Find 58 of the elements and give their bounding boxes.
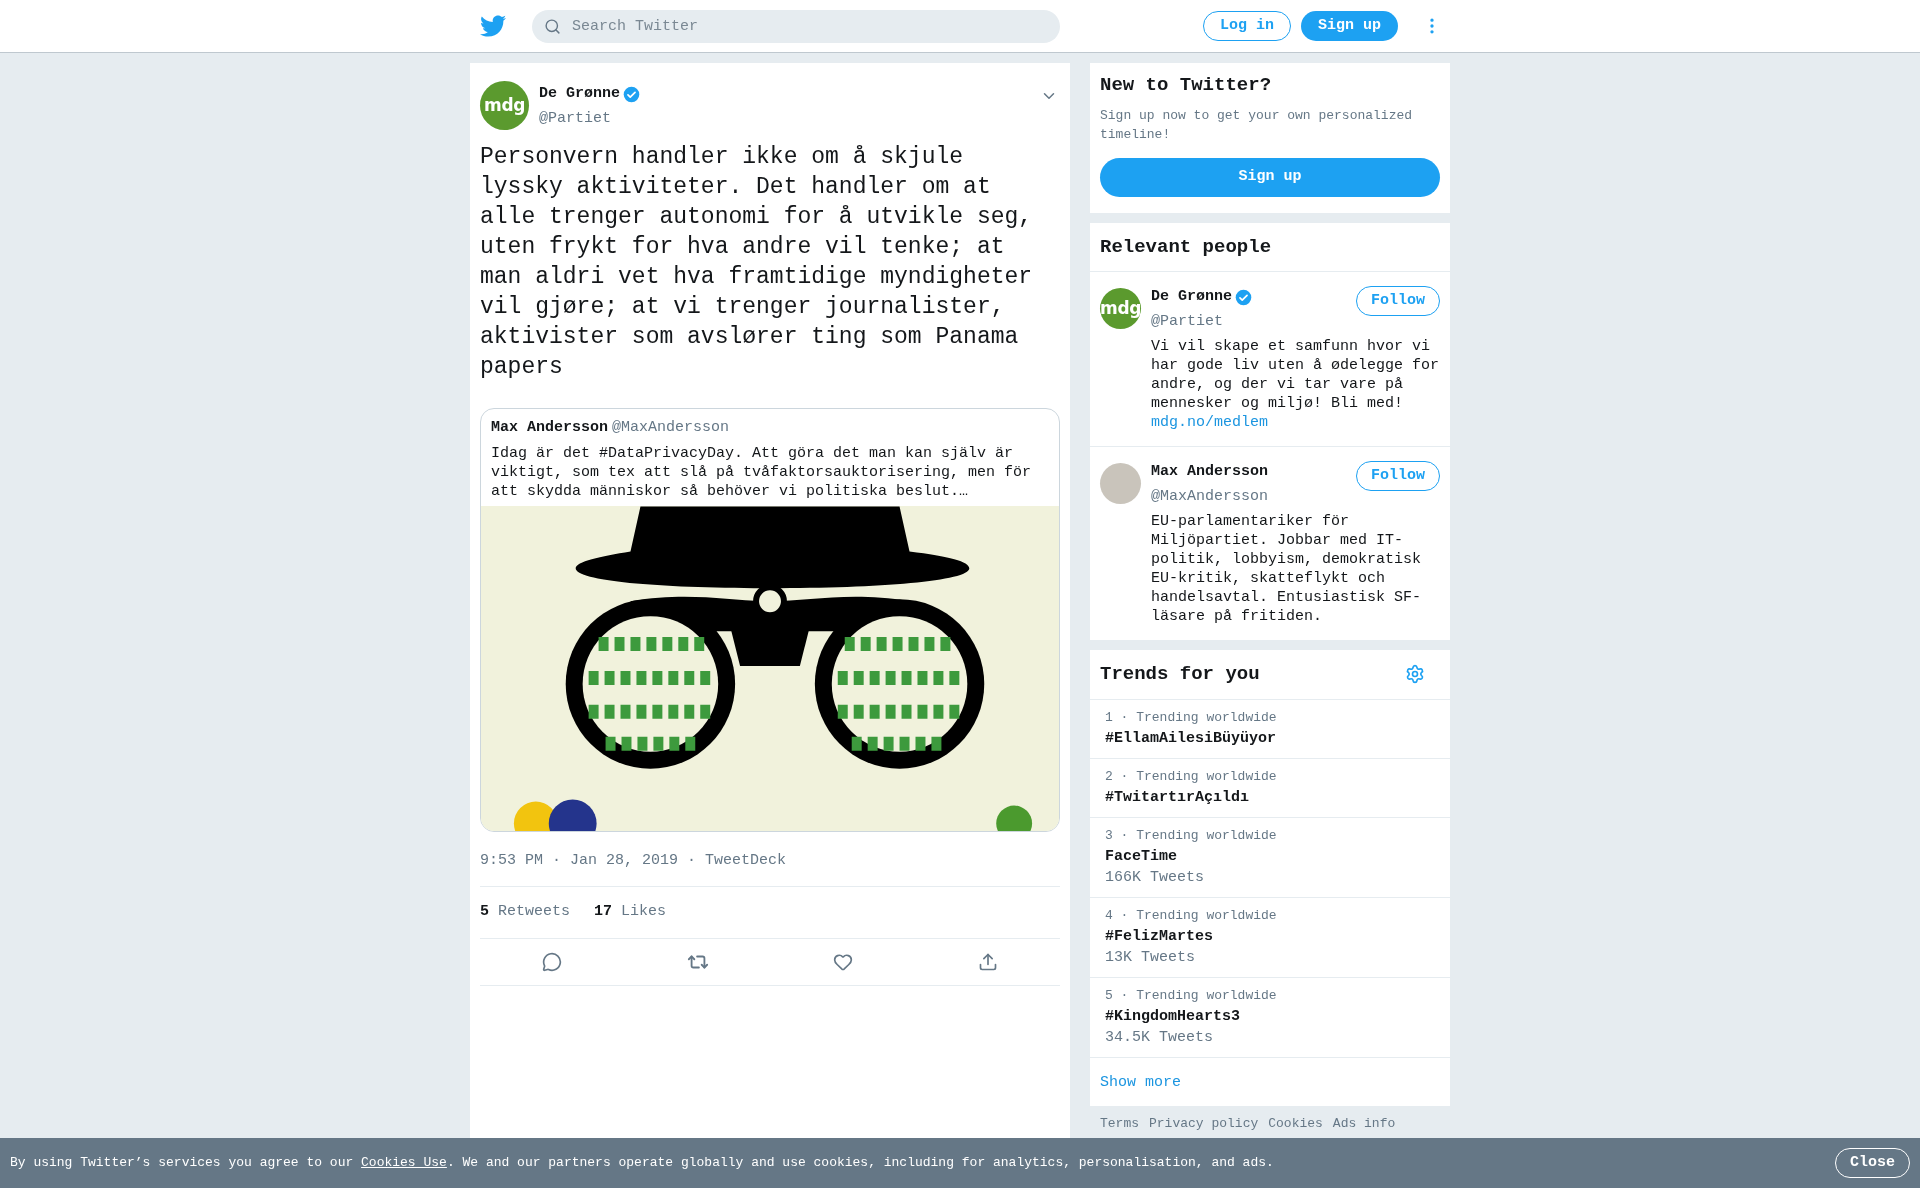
trend-item[interactable]: 3 · Trending worldwide FaceTime 166K Tweets <box>1090 817 1450 898</box>
tweet-stat[interactable]: 5 Retweets <box>480 901 571 924</box>
quoted-author-name: Max Andersson <box>491 418 609 438</box>
cookies-use-link[interactable]: Cookies Use <box>361 1155 447 1171</box>
quoted-tweet-text: Idag är det #DataPrivacyDay. Att göra det man kan själv är viktigt, som tex att slå på tvåfaktorsauktorisering, men för att skydda människor så behöver vi politiska beslut.… <box>491 443 1033 501</box>
avatar-photo-placeholder <box>1100 463 1141 504</box>
trend-item[interactable]: 2 · Trending worldwide #TwitartırAçıldı <box>1090 758 1450 818</box>
trend-name: FaceTime <box>1105 846 1178 867</box>
cookie-notice: By using Twitter’s services you agree to our Cookies Use. We and our partners operate globally and use cookies, including for analytics, personalisation, and ads. <box>10 1154 1275 1173</box>
footer-link[interactable]: Terms <box>1100 1114 1139 1134</box>
trend-name: #EllamAilesiBüyüyor <box>1105 728 1278 749</box>
bio-link[interactable]: mdg.no/medlem <box>1151 413 1440 432</box>
trend-tweet-count: 13K Tweets <box>1105 947 1196 968</box>
like-icon[interactable] <box>833 951 854 972</box>
trend-context: 2 · Trending worldwide <box>1105 767 1278 785</box>
party-logo-avatar: mdg <box>480 81 529 130</box>
footer-link[interactable]: Ads info <box>1332 1114 1396 1134</box>
footer-link[interactable]: Cookies <box>1268 1114 1323 1134</box>
relevant-people-title: Relevant people <box>1090 222 1450 272</box>
author-handle[interactable]: @Partiet <box>539 107 640 130</box>
trend-name: #TwitartırAçıldı <box>1105 787 1251 808</box>
author-name[interactable]: De Grønne <box>539 83 620 106</box>
show-more-link[interactable]: Show more <box>1100 1073 1181 1091</box>
trend-item[interactable]: 5 · Trending worldwide #KingdomHearts3 34.5K Tweets <box>1090 977 1450 1058</box>
trend-context: 1 · Trending worldwide <box>1105 708 1278 726</box>
quoted-tweet-card[interactable] <box>480 408 1060 832</box>
tweet-stat[interactable]: 17 Likes <box>594 901 667 924</box>
person-handle[interactable]: @MaxAndersson <box>1151 485 1356 508</box>
person-name[interactable]: Max Andersson <box>1151 461 1269 484</box>
trend-context: 5 · Trending worldwide <box>1105 986 1278 1004</box>
reply-icon[interactable] <box>542 951 563 972</box>
signup-wide-button[interactable]: Sign up <box>1100 157 1440 197</box>
person-name[interactable]: De Grønne <box>1151 286 1232 309</box>
share-icon[interactable] <box>977 951 998 972</box>
signup-card-title: New to Twitter? <box>1100 73 1273 98</box>
trend-item[interactable]: 1 · Trending worldwide #EllamAilesiBüyüyor <box>1090 699 1450 759</box>
signup-card-text: Sign up now to get your own personalized timeline! <box>1100 106 1414 144</box>
person-bio: Vi vil skape et samfunn hvor vi har gode liv uten å ødelegge for andre, og der vi tar vare på mennesker og miljø! Bli med! <box>1151 337 1440 413</box>
trend-name: #KingdomHearts3 <box>1105 1006 1242 1027</box>
search-field[interactable]: Search Twitter <box>532 9 1060 43</box>
person-handle[interactable]: @Partiet <box>1151 310 1356 333</box>
trend-tweet-count: 166K Tweets <box>1105 867 1206 888</box>
quoted-author-handle: @MaxAndersson <box>612 418 730 438</box>
bird-logo-icon[interactable] <box>480 13 506 39</box>
trend-name: #FelizMartes <box>1105 926 1215 947</box>
footer-link[interactable]: Privacy policy <box>1149 1114 1259 1134</box>
party-logo-avatar: mdg <box>1100 288 1141 329</box>
trend-tweet-count: 34.5K Tweets <box>1105 1027 1215 1048</box>
tweet-timestamp: 9:53 PM · Jan 28, 2019 · TweetDeck <box>480 850 788 871</box>
trends-title: Trends for you <box>1100 662 1260 687</box>
person-bio: EU-parlamentariker för Miljöpartiet. Jobbar med IT-politik, lobbyism, demokratisk EU-kritik, skatteflykt och handelsavtal. Entusiastisk SF-läsare på fritiden. <box>1151 512 1423 626</box>
trend-item[interactable]: 4 · Trending worldwide #FelizMartes 13K Tweets <box>1090 897 1450 978</box>
settings-icon[interactable] <box>1405 664 1425 685</box>
tweet-text: Personvern handler ikke om å skjule lyssky aktiviteter. Det handler om at alle trenger autonomi for å utvikle seg, uten frykt for hva andre vil tenke; at man aldri vet hva framtidige myndigheter vil gjøre; at vi trenger journalister, aktivister som avslører ting som Panama papers <box>480 143 1034 382</box>
trend-context: 3 · Trending worldwide <box>1105 826 1278 844</box>
search-icon <box>544 17 561 35</box>
trend-context: 4 · Trending worldwide <box>1105 906 1278 924</box>
signup-button[interactable]: Sign up <box>1301 11 1398 41</box>
